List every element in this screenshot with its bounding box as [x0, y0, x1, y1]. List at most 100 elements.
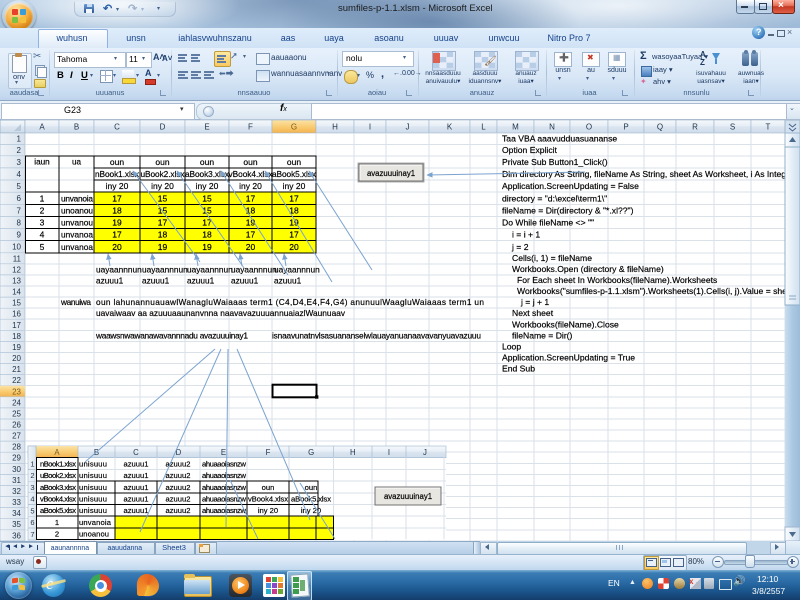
svg-text:azuuu1: azuuu1	[231, 276, 259, 286]
svg-text:Workbooks.Open (directory & fi: Workbooks.Open (directory & fileName)	[512, 264, 664, 274]
svg-text:16: 16	[12, 310, 21, 319]
svg-text:iny 20: iny 20	[283, 181, 306, 191]
svg-text:unisuuu: unisuuu	[79, 459, 107, 468]
svg-text:15: 15	[202, 193, 212, 203]
svg-text:azuuu1: azuuu1	[124, 471, 149, 480]
svg-text:31: 31	[12, 476, 21, 485]
svg-text:5: 5	[17, 182, 22, 191]
svg-text:20: 20	[246, 242, 256, 252]
svg-text:20: 20	[12, 354, 21, 363]
svg-text:25: 25	[12, 409, 21, 418]
svg-text:avazuuuinay1: avazuuuinay1	[384, 492, 432, 501]
svg-text:1: 1	[17, 135, 22, 144]
svg-text:T: T	[766, 123, 771, 132]
svg-text:azuuu1: azuuu1	[187, 276, 215, 286]
svg-text:18: 18	[202, 230, 212, 240]
svg-text:unisuuu: unisuuu	[79, 471, 107, 480]
svg-text:30: 30	[12, 465, 21, 474]
svg-text:17: 17	[289, 230, 299, 240]
svg-text:unoanou: unoanou	[61, 205, 93, 215]
svg-text:15: 15	[158, 193, 168, 203]
svg-text:18: 18	[158, 230, 168, 240]
svg-text:I: I	[388, 448, 390, 457]
svg-text:C: C	[133, 448, 139, 457]
svg-text:3: 3	[17, 158, 22, 167]
svg-text:1: 1	[55, 518, 59, 527]
svg-text:azuuu1: azuuu1	[124, 459, 149, 468]
svg-text:19: 19	[202, 242, 212, 252]
svg-text:uayaannnun: uayaannnun	[96, 264, 142, 274]
svg-text:oun: oun	[287, 157, 301, 167]
svg-text:unvanoia: unvanoia	[79, 518, 112, 527]
svg-text:uayaannnun: uayaannnun	[274, 264, 320, 274]
svg-text:waawsnwawanawavannnadu avazuu: waawsnwawanawavannnadu avazuuuinay1	[95, 330, 248, 340]
svg-text:oun lahunannuauawlWanagluWaiaa: oun lahunannuauawlWanagluWaiaaas term1 (…	[96, 297, 484, 307]
svg-text:j = 2: j = 2	[511, 242, 529, 252]
svg-text:1: 1	[40, 193, 45, 203]
svg-text:2: 2	[30, 471, 34, 480]
svg-text:aBook5.xlsx: aBook5.xlsx	[40, 506, 76, 515]
svg-text:unvanou: unvanou	[61, 218, 93, 228]
svg-text:iny 20: iny 20	[106, 181, 129, 191]
svg-text:uBook2.xlsx: uBook2.xlsx	[40, 471, 76, 480]
svg-text:H: H	[332, 123, 338, 132]
svg-text:18: 18	[246, 205, 256, 215]
svg-text:2: 2	[55, 530, 59, 539]
svg-text:i = i + 1: i = i + 1	[512, 230, 540, 240]
svg-text:E: E	[204, 123, 209, 132]
svg-text:2: 2	[17, 146, 22, 155]
svg-text:avazuuuinay1: avazuuuinay1	[367, 169, 415, 178]
svg-text:17: 17	[289, 193, 299, 203]
svg-text:F: F	[248, 123, 253, 132]
svg-text:azuuu1: azuuu1	[124, 506, 149, 515]
svg-text:Option Explicit: Option Explicit	[502, 145, 558, 155]
svg-text:directory = "d:\excel\term1\": directory = "d:\excel\term1\"	[502, 193, 607, 203]
svg-text:33: 33	[12, 498, 21, 507]
svg-text:21: 21	[12, 365, 21, 374]
svg-text:20: 20	[112, 242, 122, 252]
svg-text:iaun: iaun	[34, 157, 50, 166]
svg-text:Q: Q	[657, 123, 663, 132]
svg-text:unoanou: unoanou	[79, 530, 109, 539]
svg-text:aBook5.xlsx: aBook5.xlsx	[272, 169, 317, 179]
svg-text:17: 17	[246, 230, 256, 240]
svg-text:J: J	[423, 448, 427, 457]
svg-text:12: 12	[12, 265, 21, 274]
svg-text:C: C	[114, 123, 120, 132]
svg-text:6: 6	[17, 194, 22, 203]
svg-text:S: S	[730, 123, 735, 132]
svg-text:29: 29	[12, 454, 21, 463]
svg-text:ahuaaoiasnzw: ahuaaoiasnzw	[202, 506, 247, 515]
svg-text:M: M	[512, 123, 519, 132]
svg-text:H: H	[350, 448, 356, 457]
svg-text:oun: oun	[305, 483, 318, 492]
svg-text:5: 5	[30, 506, 34, 515]
svg-text:7: 7	[17, 206, 22, 215]
svg-text:unvanoa: unvanoa	[61, 230, 93, 240]
svg-text:4: 4	[30, 495, 34, 504]
svg-text:23: 23	[12, 387, 21, 396]
svg-text:oun: oun	[155, 157, 169, 167]
svg-text:34: 34	[12, 509, 21, 518]
svg-text:ahuaaoiasnzw: ahuaaoiasnzw	[202, 483, 247, 492]
svg-text:fileName = Dir(directory & "*.: fileName = Dir(directory & "*.xl??")	[502, 205, 634, 215]
svg-text:Dim directory As String, fileN: Dim directory As String, fileName As Str…	[502, 169, 800, 179]
svg-text:azuuu2: azuuu2	[166, 471, 191, 480]
svg-text:oun: oun	[243, 157, 257, 167]
svg-text:End Sub: End Sub	[502, 364, 535, 374]
svg-text:azuuu2: azuuu2	[166, 483, 191, 492]
svg-text:azuuu1: azuuu1	[274, 276, 302, 286]
svg-text:vBook4.xlsx: vBook4.xlsx	[248, 495, 288, 504]
svg-text:azuuu1: azuuu1	[124, 483, 149, 492]
svg-text:uayaannnun: uayaannnun	[231, 264, 277, 274]
svg-text:Workbooks(fileName).Close: Workbooks(fileName).Close	[512, 319, 619, 329]
svg-text:Loop: Loop	[502, 342, 521, 352]
svg-text:uayaannnun: uayaannnun	[142, 264, 188, 274]
svg-text:N: N	[549, 123, 555, 132]
svg-text:oun: oun	[110, 157, 124, 167]
svg-text:nBook1.xlsx: nBook1.xlsx	[40, 459, 76, 468]
svg-text:wanuiwa: wanuiwa	[60, 297, 91, 307]
svg-text:36: 36	[12, 531, 21, 540]
svg-text:oun: oun	[200, 157, 214, 167]
svg-text:j = j + 1: j = j + 1	[520, 297, 549, 307]
